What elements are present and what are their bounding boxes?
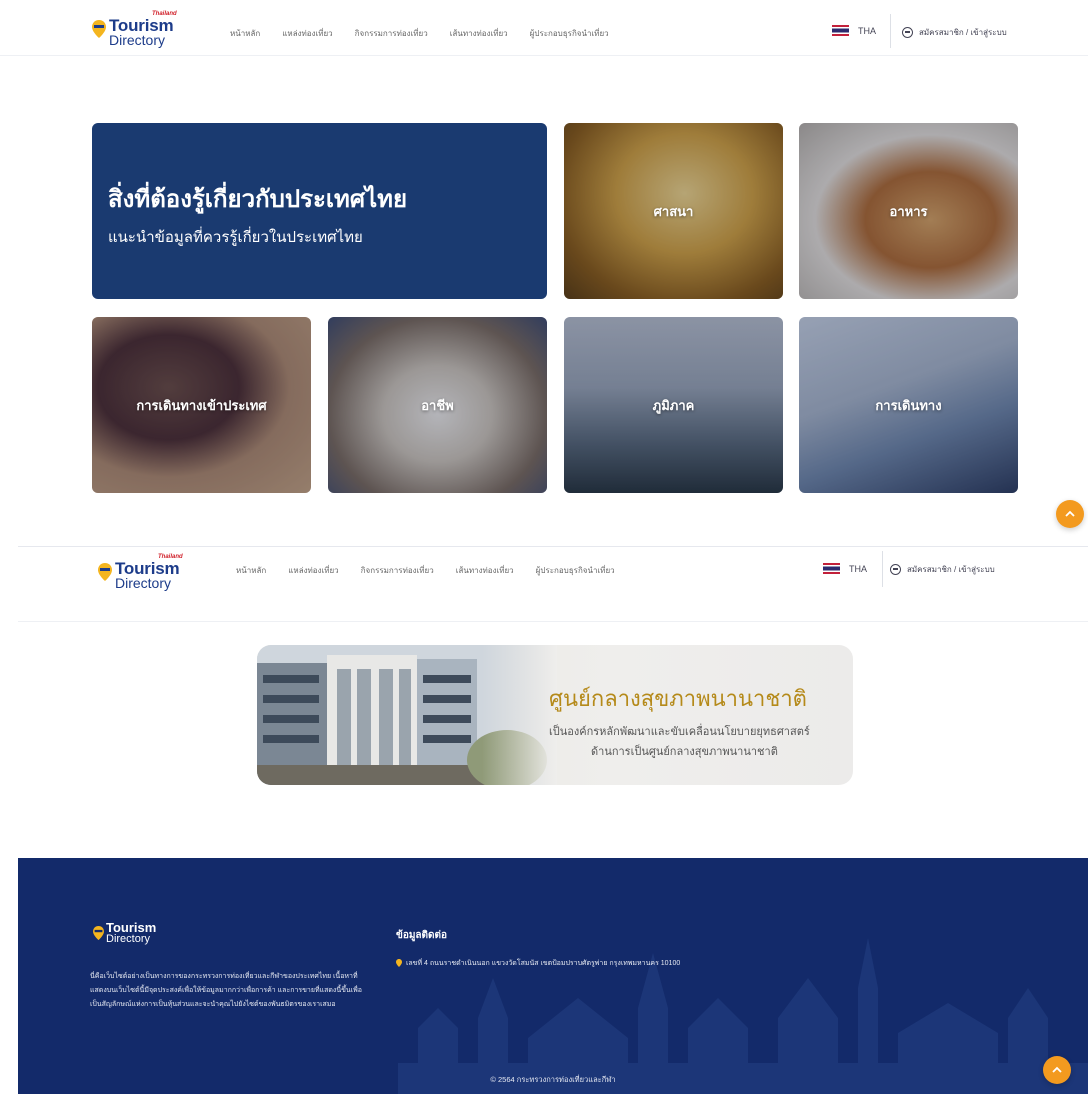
login-link[interactable]: สมัครสมาชิก / เข้าสู่ระบบ [902, 26, 1007, 39]
building-illustration [257, 645, 557, 785]
logo-word-directory: Directory [109, 32, 166, 48]
map-pin-icon [396, 959, 402, 967]
thai-flag-icon [832, 25, 849, 36]
language-label: THA [849, 563, 867, 574]
logo-word-directory: Directory [115, 575, 172, 591]
nav-attractions[interactable]: แหล่งท่องเที่ยว [288, 564, 338, 577]
hero-card: สิ่งที่ต้องรู้เกี่ยวกับประเทศไทย แนะนำข้… [92, 123, 547, 299]
tile-food[interactable]: อาหาร [799, 123, 1018, 299]
tile-religion-label: ศาสนา [653, 203, 694, 219]
footer-logo[interactable]: Tourism Directory [93, 920, 183, 950]
hero-subtitle: แนะนำข้อมูลที่ควรรู้เกี่ยวในประเทศไทย [108, 229, 363, 246]
nav-routes[interactable]: เส้นทางท่องเที่ยว [456, 564, 514, 577]
site-logo[interactable]: Thailand Tourism Directory [92, 11, 202, 48]
banner-line-1: เป็นองค์กรหลักพัฒนาและขับเคลื่อนนโยบายยุ… [549, 725, 810, 738]
thai-flag-icon [823, 563, 840, 574]
scroll-to-top-button[interactable] [1043, 1056, 1071, 1084]
contact-heading: ข้อมูลติดต่อ [396, 930, 448, 941]
login-icon [890, 564, 901, 575]
logo-word-directory: Directory [106, 933, 151, 945]
language-label: THA [858, 25, 876, 36]
tile-travel-label: การเดินทาง [875, 397, 942, 413]
main-nav: หน้าหลัก แหล่งท่องเที่ยว กิจกรรมการท่องเ… [230, 27, 609, 40]
address-text: เลขที่ 4 ถนนราชดำเนินนอก แขวงวัดโสมนัส เ… [406, 960, 681, 967]
tile-career-label: อาชีพ [421, 397, 454, 413]
nav-attractions[interactable]: แหล่งท่องเที่ยว [282, 27, 332, 40]
login-icon [902, 27, 913, 38]
tile-travel[interactable]: การเดินทาง [799, 317, 1018, 493]
login-link[interactable]: สมัครสมาชิก / เข้าสู่ระบบ [890, 563, 995, 576]
header-divider [890, 14, 891, 48]
login-label: สมัครสมาชิก / เข้าสู่ระบบ [907, 565, 995, 574]
tile-career[interactable]: อาชีพ [328, 317, 547, 493]
contact-address: เลขที่ 4 ถนนราชดำเนินนอก แขวงวัดโสมนัส เ… [396, 957, 716, 971]
login-label: สมัครสมาชิก / เข้าสู่ระบบ [919, 28, 1007, 37]
tile-religion[interactable]: ศาสนา [564, 123, 783, 299]
location-pin-icon [93, 926, 104, 940]
sticky-header: Thailand Tourism Directory หน้าหลัก แหล่… [18, 546, 1088, 622]
nav-operators[interactable]: ผู้ประกอบธุรกิจนำเที่ยว [536, 564, 615, 577]
tile-entry-label: การเดินทางเข้าประเทศ [136, 397, 267, 413]
chevron-up-icon [1052, 1066, 1062, 1073]
nav-home[interactable]: หน้าหลัก [236, 564, 266, 577]
scroll-to-top-button[interactable] [1056, 500, 1084, 528]
language-selector[interactable]: THA [832, 25, 876, 36]
chevron-up-icon [1065, 510, 1075, 517]
site-logo[interactable]: Thailand Tourism Directory [98, 554, 208, 591]
tile-region[interactable]: ภูมิภาค [564, 317, 783, 493]
hero-title: สิ่งที่ต้องรู้เกี่ยวกับประเทศไทย [108, 186, 408, 213]
health-hub-banner[interactable]: ศูนย์กลางสุขภาพนานาชาติ เป็นองค์กรหลักพั… [257, 645, 853, 785]
tile-food-label: อาหาร [889, 203, 928, 219]
nav-routes[interactable]: เส้นทางท่องเที่ยว [450, 27, 508, 40]
top-header: Thailand Tourism Directory หน้าหลัก แหล่… [0, 0, 1088, 56]
location-pin-icon [98, 563, 112, 581]
nav-activities[interactable]: กิจกรรมการท่องเที่ยว [361, 564, 434, 577]
footer: Tourism Directory นี่คือเว็บไซต์อย่างเป็… [18, 858, 1088, 1094]
language-selector[interactable]: THA [823, 563, 867, 574]
nav-activities[interactable]: กิจกรรมการท่องเที่ยว [355, 27, 428, 40]
footer-about-text: นี่คือเว็บไซต์อย่างเป็นทางการของกระทรวงก… [90, 973, 362, 1008]
header-divider [882, 551, 883, 587]
main-nav: หน้าหลัก แหล่งท่องเที่ยว กิจกรรมการท่องเ… [236, 564, 615, 577]
banner-title: ศูนย์กลางสุขภาพนานาชาติ [549, 687, 807, 712]
tile-region-label: ภูมิภาค [652, 397, 695, 413]
banner-line-2: ด้านการเป็นศูนย์กลางสุขภาพนานาชาติ [591, 745, 778, 758]
tile-entry[interactable]: การเดินทางเข้าประเทศ [92, 317, 311, 493]
copyright: © 2564 กระทรวงการท่องเที่ยวและกีฬา [490, 1075, 616, 1084]
location-pin-icon [92, 20, 106, 38]
nav-operators[interactable]: ผู้ประกอบธุรกิจนำเที่ยว [530, 27, 609, 40]
nav-home[interactable]: หน้าหลัก [230, 27, 260, 40]
